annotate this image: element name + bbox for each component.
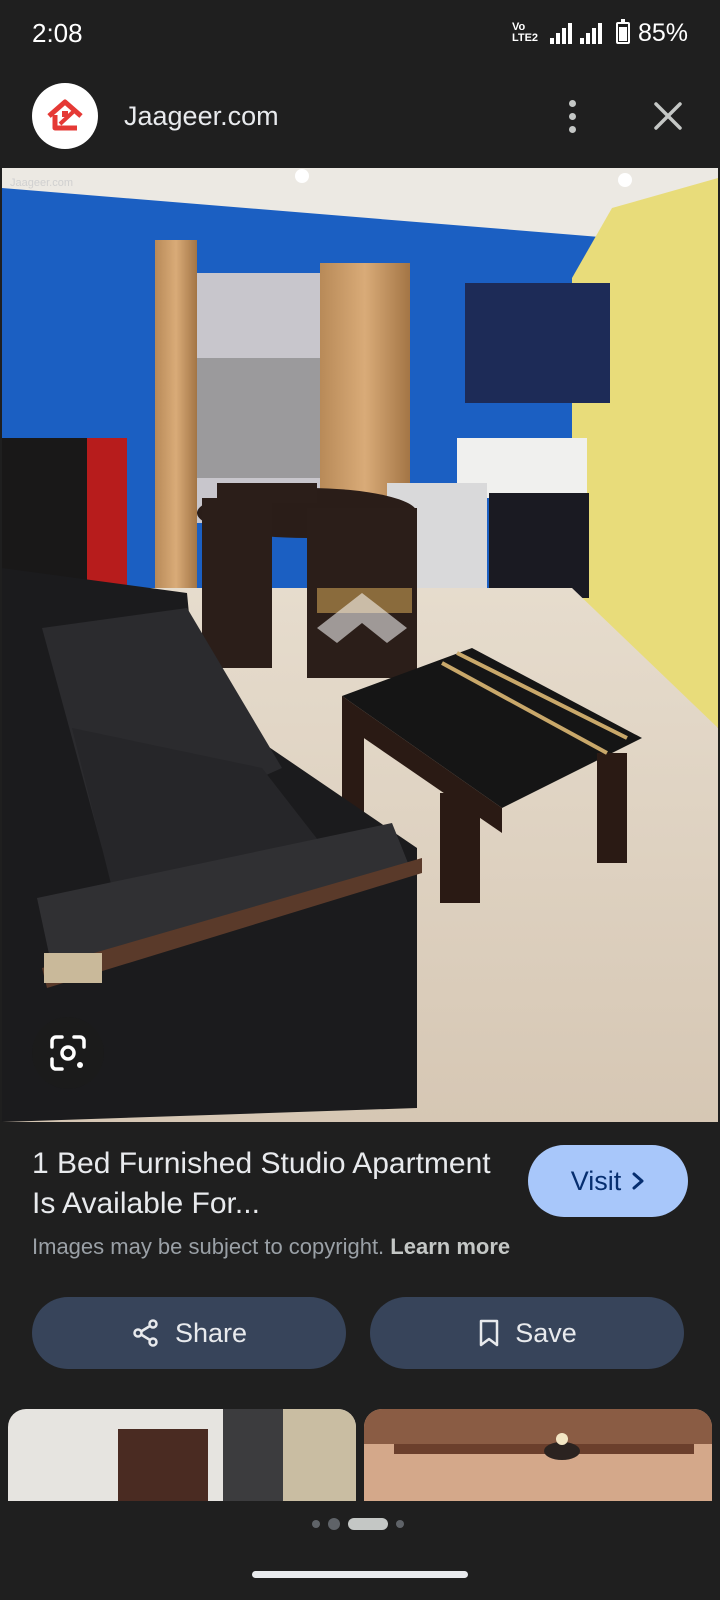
battery-level: 85% [637,18,688,47]
bookmark-icon [479,1319,499,1347]
copyright-notice: Images may be subject to copyright. Lear… [32,1234,510,1260]
status-time: 2:08 [32,17,83,48]
house-logo-icon [47,99,83,131]
visit-button[interactable]: Visit [528,1145,688,1217]
learn-more-link[interactable]: Learn more [390,1234,510,1259]
result-header: Jaageer.com [0,74,720,158]
save-label: Save [515,1317,577,1348]
svg-text:Jaageer.com: Jaageer.com [10,177,73,189]
bottom-bar [0,1501,720,1600]
related-image[interactable] [8,1409,356,1501]
related-image[interactable] [364,1409,712,1501]
share-button[interactable]: Share [32,1297,346,1369]
share-icon [133,1319,158,1347]
site-name[interactable]: Jaageer.com [124,101,552,132]
volte-indicator: Vo LTE2 [511,21,539,44]
close-icon[interactable] [648,96,688,136]
copyright-text: Images may be subject to copyright. [32,1234,385,1259]
battery-icon [615,19,630,44]
status-icons: Vo LTE2 85% [512,19,688,48]
signal-icon-2 [579,22,602,44]
chevron-right-icon [632,1172,644,1190]
share-label: Share [174,1317,248,1348]
visit-label: Visit [570,1165,622,1196]
status-bar: 2:08 Vo LTE2 85% [0,0,720,66]
site-logo[interactable] [32,83,98,149]
more-vert-icon[interactable] [552,96,592,136]
save-button[interactable]: Save [370,1297,684,1369]
gesture-bar[interactable] [252,1571,468,1578]
page-indicator [312,1518,404,1530]
main-image[interactable]: Jaageer.com [2,168,718,1122]
lens-icon[interactable] [32,1017,104,1089]
apartment-photo: Jaageer.com [2,168,718,1122]
signal-icon [549,22,572,44]
result-title[interactable]: 1 Bed Furnished Studio Apartment Is Avai… [32,1144,492,1224]
